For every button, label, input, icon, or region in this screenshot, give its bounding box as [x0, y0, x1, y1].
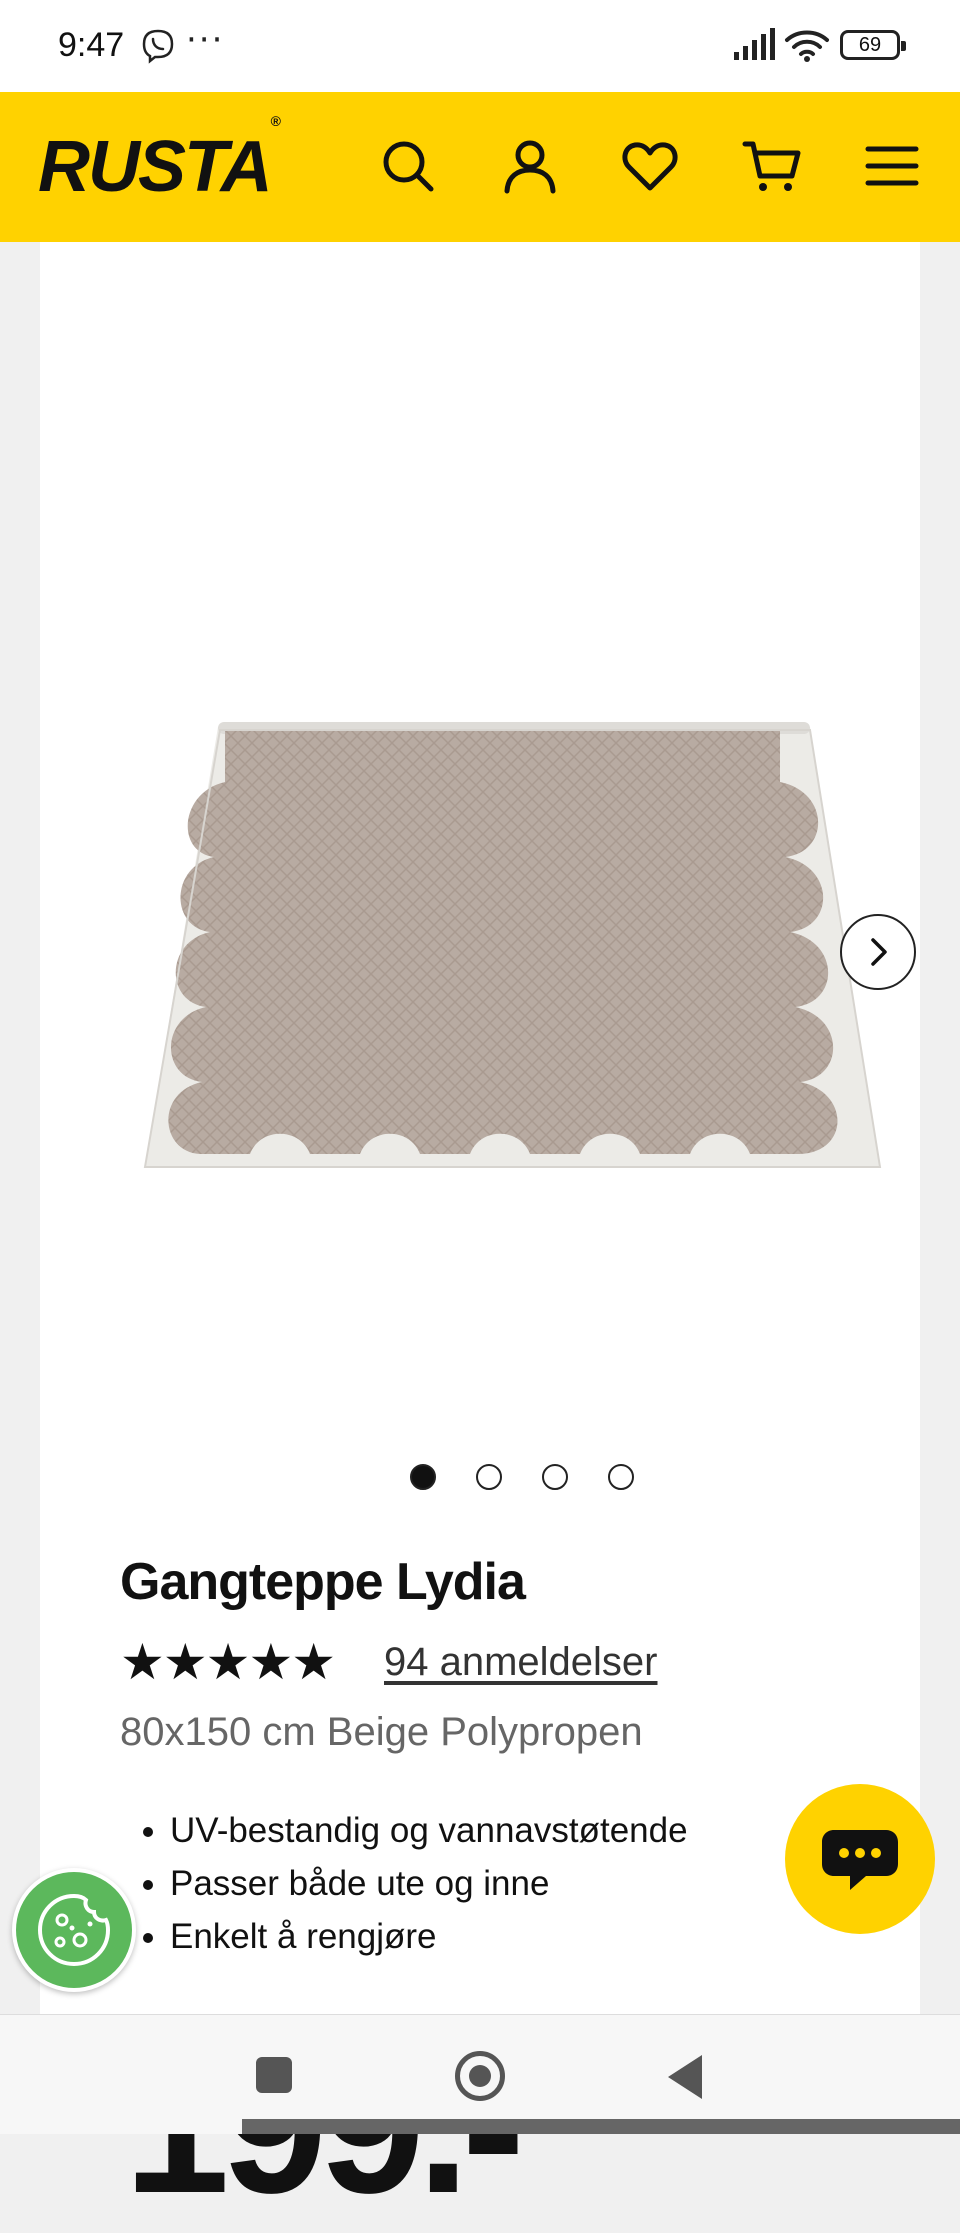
reviews-link[interactable]: 94 anmeldelser	[384, 1640, 658, 1685]
account-button[interactable]	[498, 134, 562, 198]
gallery-dot-1[interactable]	[410, 1464, 436, 1490]
logo-text: RUSTA	[38, 127, 273, 207]
status-bar: 9:47 ··· 69	[0, 0, 960, 92]
product-title: Gangteppe Lydia	[120, 1553, 526, 1611]
search-icon	[383, 141, 434, 192]
gallery-pagination	[410, 1464, 634, 1490]
feature-item: Enkelt å rengjøre	[170, 1910, 688, 1963]
gallery-dot-2[interactable]	[476, 1464, 502, 1490]
menu-icon	[865, 146, 919, 186]
chat-button[interactable]	[785, 1784, 935, 1934]
rating-stars: ★★★★★	[120, 1633, 336, 1691]
wishlist-button[interactable]	[618, 134, 682, 198]
cart-icon	[742, 141, 801, 191]
product-image-rug[interactable]	[140, 722, 890, 1182]
battery-icon: 69	[840, 30, 906, 60]
menu-button[interactable]	[860, 134, 924, 198]
system-nav-bar	[0, 2014, 960, 2134]
recents-icon[interactable]	[256, 2057, 292, 2093]
gesture-bar	[242, 2119, 960, 2134]
cookie-icon	[37, 1893, 111, 1967]
gallery-dot-3[interactable]	[542, 1464, 568, 1490]
cart-button[interactable]	[740, 134, 804, 198]
back-icon[interactable]	[668, 2055, 702, 2099]
wifi-icon	[785, 30, 829, 62]
gallery-next-button[interactable]	[840, 914, 916, 990]
chat-icon	[822, 1830, 898, 1890]
viber-icon	[142, 29, 174, 64]
search-button[interactable]	[376, 134, 440, 198]
battery-level: 69	[858, 34, 882, 56]
wishlist-icon	[622, 142, 678, 191]
feature-item: Passer både ute og inne	[170, 1857, 688, 1910]
feature-list: UV-bestandig og vannavstøtende Passer bå…	[124, 1804, 688, 1963]
rusta-logo[interactable]: RUSTA®	[38, 113, 281, 208]
more-notifications: ···	[186, 20, 225, 60]
gallery-dot-4[interactable]	[608, 1464, 634, 1490]
feature-item: UV-bestandig og vannavstøtende	[170, 1804, 688, 1857]
product-card: Gangteppe Lydia ★★★★★ 94 anmeldelser 80x…	[40, 242, 920, 2222]
status-time: 9:47	[58, 26, 125, 64]
signal-icon	[734, 28, 775, 60]
chevron-right-icon	[871, 938, 887, 966]
registered-mark: ®	[270, 113, 281, 129]
product-subtitle: 80x150 cm Beige Polypropen	[120, 1710, 643, 1754]
account-icon	[504, 140, 556, 194]
cookie-settings-button[interactable]	[12, 1868, 136, 1992]
home-icon[interactable]	[455, 2051, 505, 2101]
site-header: RUSTA®	[0, 92, 960, 242]
